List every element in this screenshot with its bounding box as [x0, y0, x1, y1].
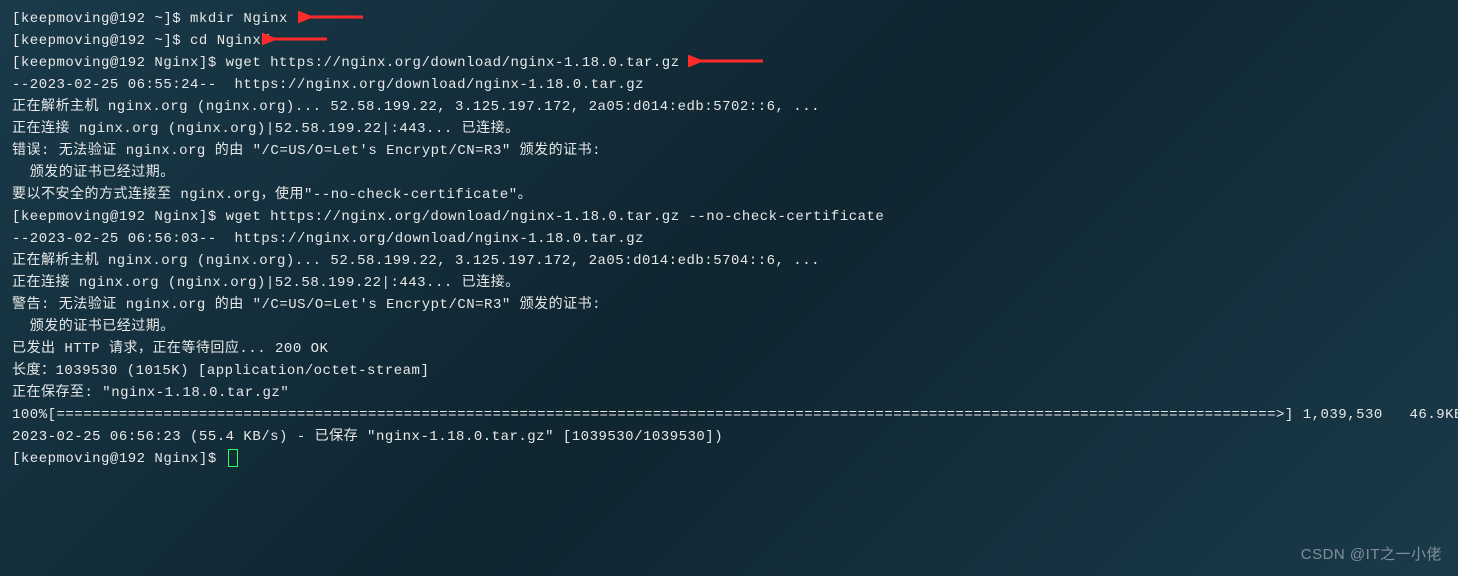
- terminal-line: 正在连接 nginx.org (nginx.org)|52.58.199.22|…: [12, 118, 1446, 140]
- terminal-line: --2023-02-25 06:56:03-- https://nginx.or…: [12, 228, 1446, 250]
- terminal-line: 100%[===================================…: [12, 404, 1446, 426]
- terminal-line: [keepmoving@192 Nginx]$ wget https://ngi…: [12, 52, 1446, 74]
- terminal-line: 2023-02-25 06:56:23 (55.4 KB/s) - 已保存 "n…: [12, 426, 1446, 448]
- terminal-line: 已发出 HTTP 请求，正在等待回应... 200 OK: [12, 338, 1446, 360]
- terminal-line: [keepmoving@192 ~]$ mkdir Nginx: [12, 8, 1446, 30]
- terminal-line: [keepmoving@192 ~]$ cd Nginx/: [12, 30, 1446, 52]
- terminal-line: 长度：1039530 (1015K) [application/octet-st…: [12, 360, 1446, 382]
- terminal-line: 正在解析主机 nginx.org (nginx.org)... 52.58.19…: [12, 96, 1446, 118]
- terminal-line: 颁发的证书已经过期。: [12, 316, 1446, 338]
- terminal-line: 错误: 无法验证 nginx.org 的由 "/C=US/O=Let's Enc…: [12, 140, 1446, 162]
- terminal-line: 颁发的证书已经过期。: [12, 162, 1446, 184]
- terminal-line: --2023-02-25 06:55:24-- https://nginx.or…: [12, 74, 1446, 96]
- terminal-line: 警告: 无法验证 nginx.org 的由 "/C=US/O=Let's Enc…: [12, 294, 1446, 316]
- terminal-line: 要以不安全的方式连接至 nginx.org，使用"--no-check-cert…: [12, 184, 1446, 206]
- terminal-prompt: [keepmoving@192 Nginx]$: [12, 451, 226, 467]
- terminal-line: 正在解析主机 nginx.org (nginx.org)... 52.58.19…: [12, 250, 1446, 272]
- terminal-prompt-line[interactable]: [keepmoving@192 Nginx]$: [12, 448, 1446, 470]
- terminal-output[interactable]: [keepmoving@192 ~]$ mkdir Nginx [keepmov…: [0, 0, 1458, 478]
- terminal-line: 正在保存至: "nginx-1.18.0.tar.gz": [12, 382, 1446, 404]
- cursor-icon: [228, 449, 238, 467]
- terminal-line: 正在连接 nginx.org (nginx.org)|52.58.199.22|…: [12, 272, 1446, 294]
- terminal-line: [keepmoving@192 Nginx]$ wget https://ngi…: [12, 206, 1446, 228]
- watermark-text: CSDN @IT之一小佬: [1301, 543, 1442, 564]
